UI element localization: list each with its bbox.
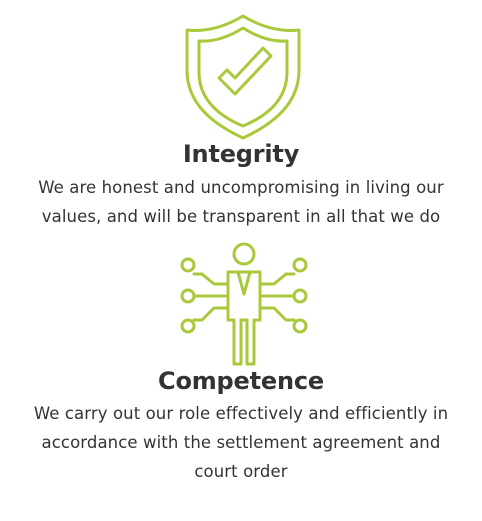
integrity-description-line: values, and will be transparent in all t… — [41, 207, 441, 226]
integrity-description: We are honest and uncompromising in livi… — [10, 173, 472, 231]
integrity-heading: Integrity — [182, 140, 300, 168]
competence-description-line: We carry out our role effectively and ef… — [33, 404, 449, 423]
competence-heading: Competence — [158, 367, 324, 395]
shield-check-icon — [185, 14, 301, 140]
competence-description-line: accordance with the settlement agreement… — [41, 433, 441, 452]
person-network-icon — [180, 242, 308, 366]
competence-description: We carry out our role effectively and ef… — [10, 399, 472, 486]
competence-description-line: court order — [194, 462, 288, 481]
integrity-description-line: We are honest and uncompromising in livi… — [38, 178, 444, 197]
